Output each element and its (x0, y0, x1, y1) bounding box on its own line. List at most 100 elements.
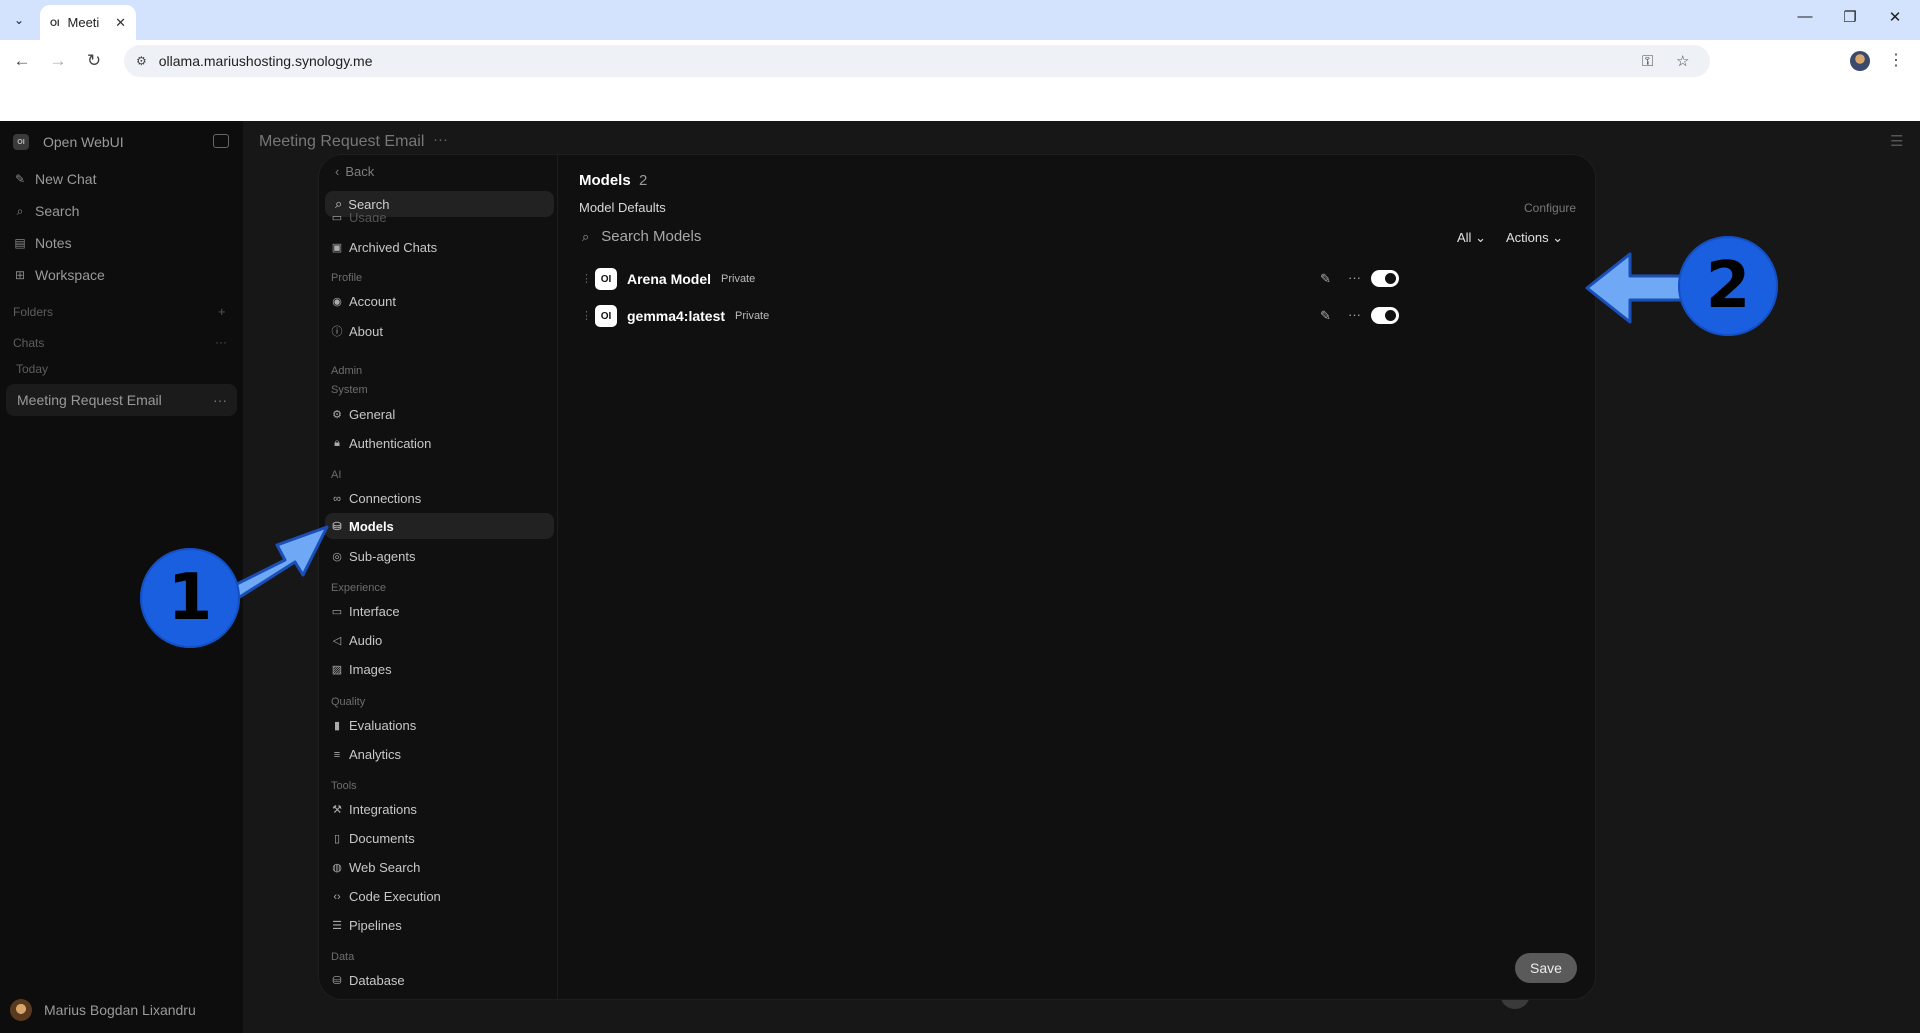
bookmark-star-icon[interactable]: ☆ (1676, 45, 1689, 77)
tab-list-button[interactable]: ⌄ (8, 9, 30, 31)
nav-item-usage[interactable]: ▭ Usage (331, 212, 387, 222)
page-top-gap (0, 80, 1920, 121)
page-title: Models (579, 172, 631, 189)
nav-item-images[interactable]: ▨ Images (331, 662, 392, 677)
filter-dropdown[interactable]: All ⌄ (1457, 230, 1486, 246)
nav-item-database[interactable]: ⛁ Database (331, 973, 404, 988)
site-settings-icon[interactable]: ⚙ (136, 54, 147, 68)
model-logo-icon: OI (595, 268, 617, 290)
code-icon: ‹› (333, 890, 341, 903)
nav-item-integrations[interactable]: ⚒ Integrations (331, 802, 417, 817)
edit-pencil-icon[interactable]: ✎ (1320, 271, 1331, 287)
nav-item-analytics[interactable]: ≡ Analytics (331, 747, 401, 762)
chat-title: Meeting Request Email (259, 133, 425, 150)
chat-more-icon[interactable]: ··· (433, 131, 448, 148)
nav-item-interface[interactable]: ▭ Interface (331, 604, 400, 619)
tab-title: Meeti (67, 15, 100, 30)
sidebar-item-search[interactable]: ⌕ Search (13, 203, 80, 219)
nav-label: Connections (349, 491, 422, 506)
sidebar-item-new-chat[interactable]: ✎ New Chat (13, 171, 97, 187)
nav-item-general[interactable]: ⚙ General (331, 407, 395, 422)
drag-handle-icon[interactable]: ⋮ (581, 272, 592, 285)
admin-settings-modal: ‹ Back ⌕ Search ▭ Usage ▣ Archived Chats… (318, 154, 1596, 1000)
sidebar-item-label: New Chat (35, 171, 97, 187)
model-defaults-label: Model Defaults (579, 200, 666, 215)
nav-label: Pipelines (349, 918, 402, 933)
nav-item-connections[interactable]: ∞ Connections (331, 491, 421, 506)
model-enabled-toggle[interactable] (1371, 307, 1399, 324)
nav-label: Documents (349, 831, 415, 846)
nav-item-pipelines[interactable]: ☰ Pipelines (331, 918, 402, 933)
chat-item-more-icon[interactable]: ··· (213, 392, 227, 408)
edit-pencil-icon[interactable]: ✎ (1320, 308, 1331, 324)
browser-profile-avatar[interactable] (1850, 51, 1870, 71)
search-models-input[interactable]: ⌕ Search Models (582, 228, 701, 245)
nav-group-quality: Quality (331, 696, 366, 708)
browser-tab[interactable]: OI Meeti ✕ (40, 5, 136, 40)
info-icon: ⓘ (331, 326, 343, 338)
nav-item-web-search[interactable]: ◍ Web Search (331, 860, 420, 875)
save-button[interactable]: Save (1515, 953, 1577, 983)
sidebar-item-label: Notes (35, 235, 72, 251)
controls-icon[interactable]: ☰ (1890, 132, 1903, 150)
model-name[interactable]: Arena Model (627, 271, 711, 287)
toggle-knob (1385, 310, 1396, 321)
model-name[interactable]: gemma4:latest (627, 308, 725, 324)
nav-label: Audio (349, 633, 383, 648)
model-row[interactable]: ⋮ OI Arena Model Private ✎ ··· (581, 266, 1581, 294)
archive-icon: ▣ (331, 242, 343, 254)
add-folder-icon[interactable]: + (218, 304, 226, 319)
models-count: 2 (639, 172, 648, 189)
nav-label: Models (349, 518, 394, 534)
nav-item-archived-chats[interactable]: ▣ Archived Chats (331, 240, 437, 255)
nav-label: Code Execution (349, 889, 441, 904)
nav-item-evaluations[interactable]: ▮ Evaluations (331, 718, 416, 733)
speaker-icon: ◁ (332, 635, 342, 647)
model-row[interactable]: ⋮ OI gemma4:latest Private ✎ ··· (581, 303, 1581, 331)
back-label: Back (345, 164, 375, 179)
nav-item-documents[interactable]: ▯ Documents (331, 831, 415, 846)
minimize-button[interactable]: — (1790, 8, 1820, 25)
chat-item[interactable]: Meeting Request Email ··· (6, 384, 237, 416)
nav-item-about[interactable]: ⓘ About (331, 323, 383, 339)
nav-label: Account (349, 294, 396, 309)
close-window-button[interactable]: ✕ (1880, 8, 1910, 26)
nav-item-authentication[interactable]: 🔒︎ Authentication (331, 436, 431, 451)
nav-group-tools: Tools (331, 780, 357, 792)
nav-item-code-execution[interactable]: ‹› Code Execution (331, 889, 441, 904)
configure-button[interactable]: Configure (1524, 201, 1576, 215)
browser-menu-icon[interactable]: ⋮ (1888, 50, 1904, 70)
folders-label[interactable]: Folders (13, 305, 53, 319)
more-icon[interactable]: ··· (1348, 270, 1361, 285)
nav-label: Authentication (349, 436, 432, 451)
chats-label[interactable]: Chats (13, 336, 44, 350)
link-icon: ∞ (333, 492, 341, 505)
nav-item-account[interactable]: ◉ Account (331, 294, 396, 309)
forward-arrow-icon[interactable]: → (46, 49, 70, 73)
actions-label: Actions (1506, 230, 1549, 245)
address-bar[interactable]: ⚙ ollama.mariushosting.synology.me ⚿ ☆ (124, 45, 1710, 77)
nav-label: General (349, 407, 396, 422)
restore-button[interactable]: ❐ (1835, 8, 1865, 26)
tab-close-icon[interactable]: ✕ (115, 15, 126, 31)
sidebar-toggle-icon[interactable] (213, 134, 229, 148)
drag-handle-icon[interactable]: ⋮ (581, 309, 592, 322)
nav-item-models[interactable]: ⛁ Models (325, 513, 554, 539)
password-key-icon[interactable]: ⚿ (1642, 45, 1653, 77)
app-name[interactable]: Open WebUI (43, 134, 124, 150)
model-enabled-toggle[interactable] (1371, 270, 1399, 287)
chats-more-icon[interactable]: ··· (215, 335, 227, 349)
actions-dropdown[interactable]: Actions ⌄ (1506, 230, 1563, 246)
user-menu[interactable]: Marius Bogdan Lixandru (10, 999, 196, 1021)
nav-label: Usage (349, 212, 387, 222)
back-button[interactable]: ‹ Back (335, 164, 374, 179)
user-circle-icon: ◉ (332, 296, 342, 308)
back-arrow-icon[interactable]: ← (10, 49, 34, 73)
more-icon[interactable]: ··· (1348, 307, 1361, 322)
reload-icon[interactable]: ↻ (82, 49, 106, 73)
sidebar-item-notes[interactable]: ▤ Notes (13, 235, 72, 251)
nav-item-sub-agents[interactable]: ◎ Sub-agents (331, 549, 415, 564)
sidebar-item-workspace[interactable]: ⊞ Workspace (13, 267, 105, 283)
nav-item-audio[interactable]: ◁ Audio (331, 633, 382, 648)
grid-icon: ⊞ (14, 268, 26, 282)
